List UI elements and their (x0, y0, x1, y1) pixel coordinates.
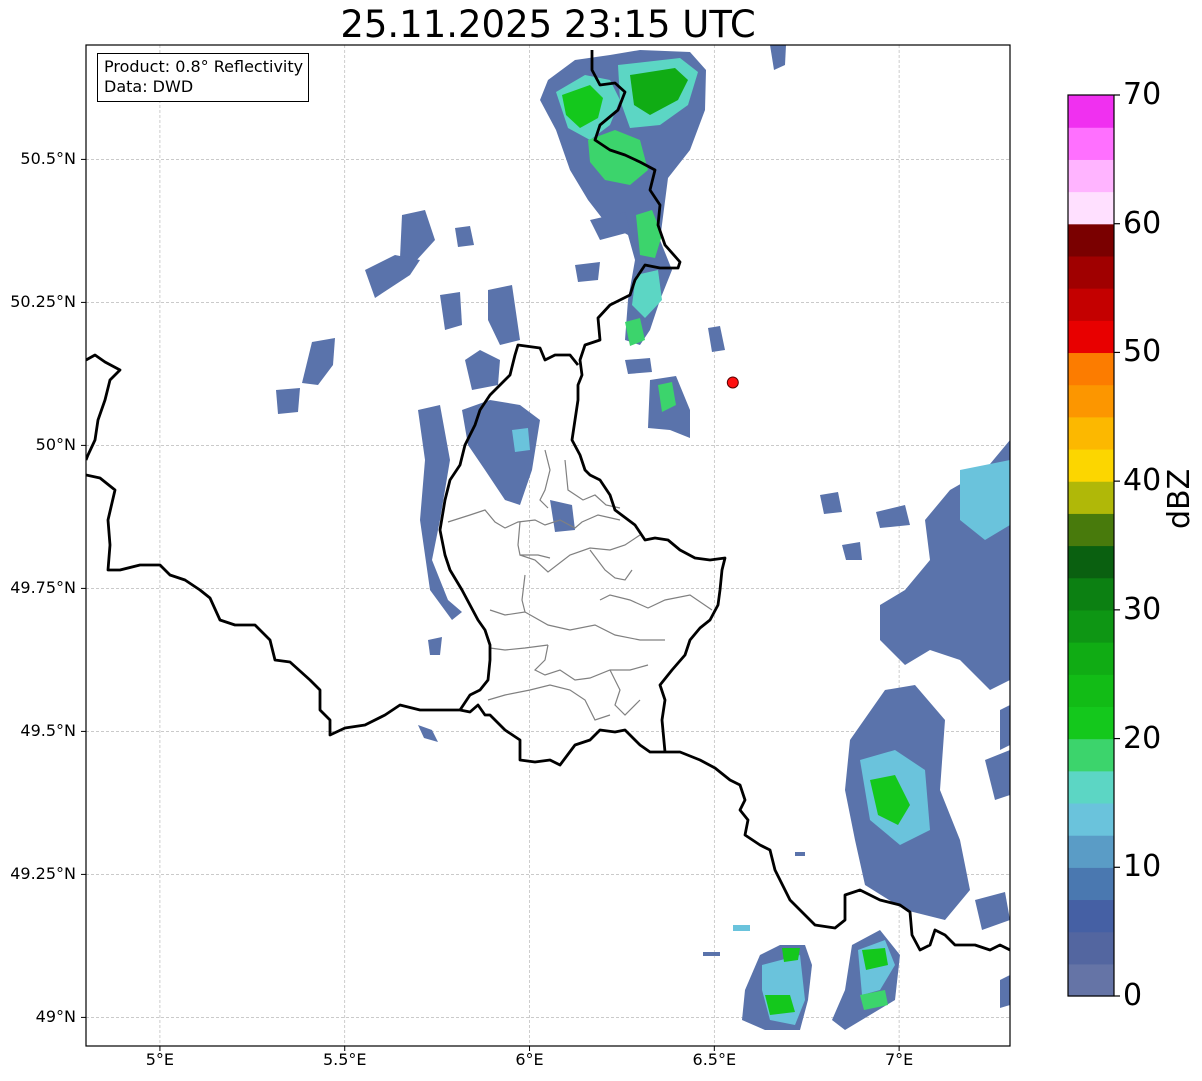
colorbar-segment (1068, 931, 1114, 965)
lat-tick-label: 50.25°N (10, 292, 76, 312)
colorbar-segment (1068, 95, 1114, 128)
colorbar-segment (1068, 352, 1114, 386)
lat-tick-label: 49°N (35, 1007, 76, 1027)
colorbar-segment (1068, 159, 1114, 193)
colorbar-segment (1068, 674, 1114, 707)
radar-map (81, 44, 1120, 1051)
colorbar-title: dBZ (1162, 468, 1197, 529)
colorbar-segment (1068, 448, 1114, 482)
colorbar-tick-label: 30 (1123, 591, 1162, 627)
echo-cell-l (276, 388, 300, 414)
colorbar-segment (1068, 899, 1114, 933)
data-source-label: Data: DWD (104, 77, 194, 96)
latitude-ticks (81, 158, 86, 1018)
echo-center-core (512, 428, 530, 452)
lat-tick-label: 50°N (35, 435, 76, 455)
lat-tick-label: 50.5°N (20, 149, 76, 169)
colorbar-segment (1068, 320, 1114, 354)
lon-tick-label: 5.5°E (322, 1050, 367, 1069)
echo-cell-x (1000, 975, 1010, 1008)
lat-tick-label: 49.75°N (10, 578, 76, 598)
echo-cell-u (1000, 705, 1010, 750)
lon-tick-label: 6.5°E (692, 1050, 737, 1069)
colorbar-segment (1068, 513, 1114, 547)
colorbar-tick-label: 40 (1123, 463, 1162, 499)
echo-south-cluster-a-green2 (782, 948, 800, 962)
colorbar-segment (1068, 384, 1114, 418)
colorbar-tick-label: 0 (1123, 978, 1143, 1013)
location-marker (726, 376, 739, 389)
colorbar-segment (1068, 223, 1114, 257)
colorbar-segment (1068, 770, 1114, 804)
colorbar-tick-label: 50 (1123, 334, 1162, 370)
colorbar-segment (1068, 191, 1114, 225)
colorbar (1068, 94, 1120, 997)
colorbar-segment (1068, 963, 1114, 997)
echo-south-cluster-a-green (765, 995, 795, 1015)
lon-tick-label: 5°E (145, 1050, 175, 1069)
colorbar-tick-label: 20 (1123, 720, 1162, 756)
colorbar-segment (1068, 416, 1114, 450)
lat-tick-label: 49.5°N (20, 721, 76, 741)
lon-tick-label: 6°E (515, 1050, 544, 1069)
colorbar-segment (1068, 127, 1114, 160)
colorbar-segment (1068, 577, 1114, 611)
colorbar-segment (1068, 738, 1114, 772)
echo-cell-aa (703, 952, 720, 956)
info-box: Product: 0.8° Reflectivity Data: DWD (97, 53, 310, 102)
product-label: Product: 0.8° Reflectivity (104, 57, 304, 76)
echo-cell-z (733, 925, 750, 931)
colorbar-tick-label: 70 (1123, 77, 1162, 112)
colorbar-tick-label: 60 (1123, 205, 1162, 241)
colorbar-segment (1068, 255, 1114, 289)
colorbar-segment (1068, 642, 1114, 675)
colorbar-segment (1068, 609, 1114, 643)
echo-cell-c (575, 262, 600, 282)
colorbar-segment (1068, 835, 1114, 868)
lat-tick-label: 49.25°N (10, 864, 76, 884)
colorbar-segment (1068, 706, 1114, 740)
colorbar-segment (1068, 288, 1114, 321)
colorbar-segment (1068, 867, 1114, 901)
colorbar-segment (1068, 545, 1114, 579)
colorbar-segment (1068, 481, 1114, 514)
echo-cell-y (795, 852, 805, 856)
lon-tick-label: 7°E (884, 1050, 914, 1069)
colorbar-segment (1068, 802, 1114, 836)
echo-cell-p (428, 637, 442, 655)
colorbar-tick-label: 10 (1123, 849, 1162, 885)
echo-cell-d (625, 358, 652, 374)
